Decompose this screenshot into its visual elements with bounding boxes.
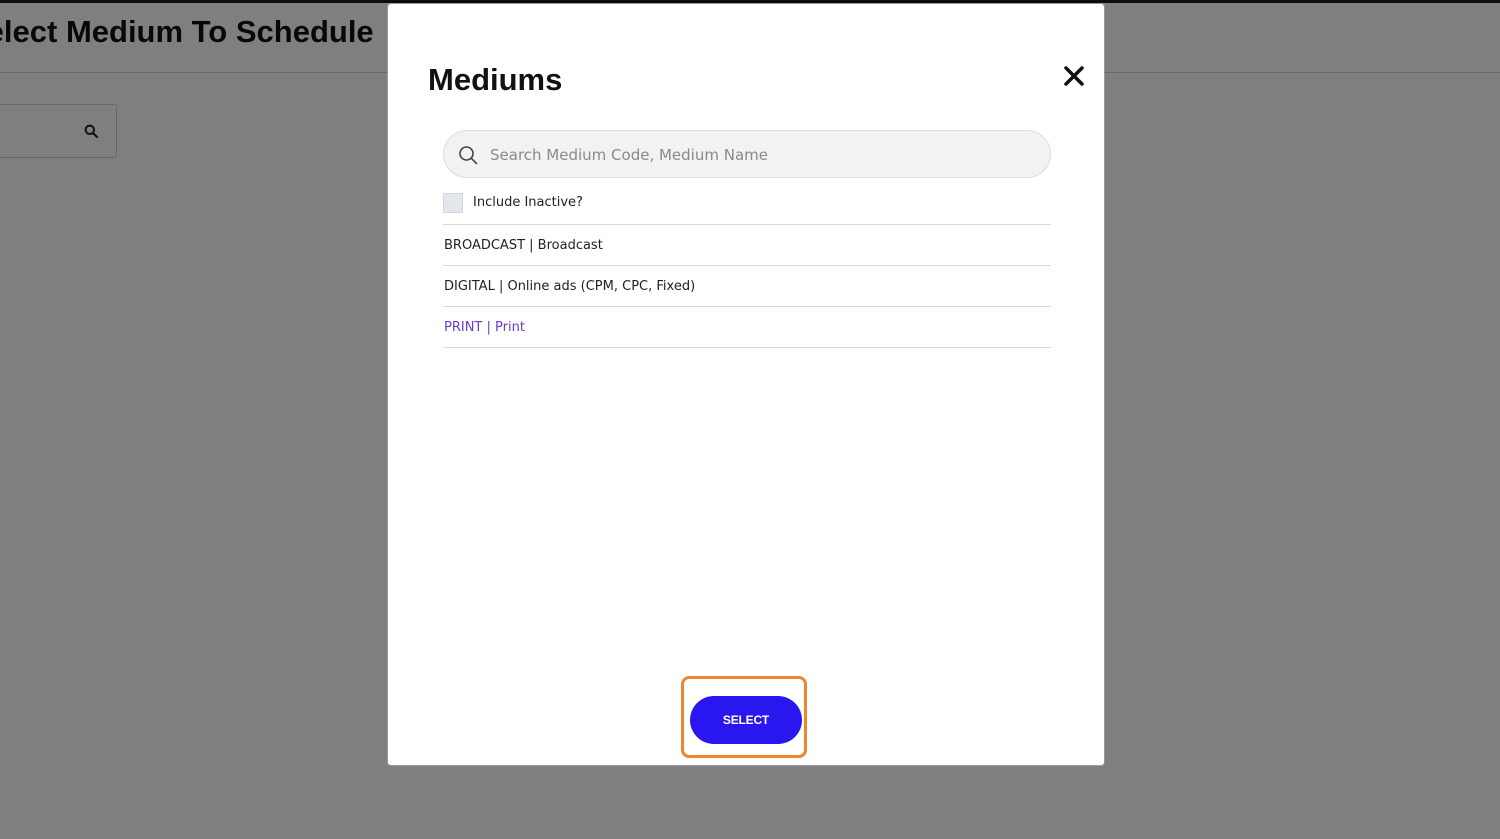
close-icon[interactable]: [1060, 62, 1088, 90]
include-inactive-row: Include Inactive?: [443, 192, 1051, 225]
list-item[interactable]: PRINT | Print: [443, 307, 1051, 348]
select-button[interactable]: SELECT: [690, 696, 802, 744]
mediums-modal: Mediums Include Inactive? BROADCAST | Br…: [387, 3, 1105, 766]
search-icon: [459, 146, 478, 165]
include-inactive-label[interactable]: Include Inactive?: [473, 195, 583, 210]
include-inactive-checkbox[interactable]: [443, 193, 463, 213]
medium-search-box[interactable]: [443, 130, 1051, 179]
list-item[interactable]: DIGITAL | Online ads (CPM, CPC, Fixed): [443, 266, 1051, 307]
medium-search-input[interactable]: [488, 131, 1032, 179]
list-item[interactable]: BROADCAST | Broadcast: [443, 225, 1051, 266]
modal-title: Mediums: [428, 62, 563, 97]
medium-list: BROADCAST | Broadcast DIGITAL | Online a…: [443, 225, 1051, 348]
